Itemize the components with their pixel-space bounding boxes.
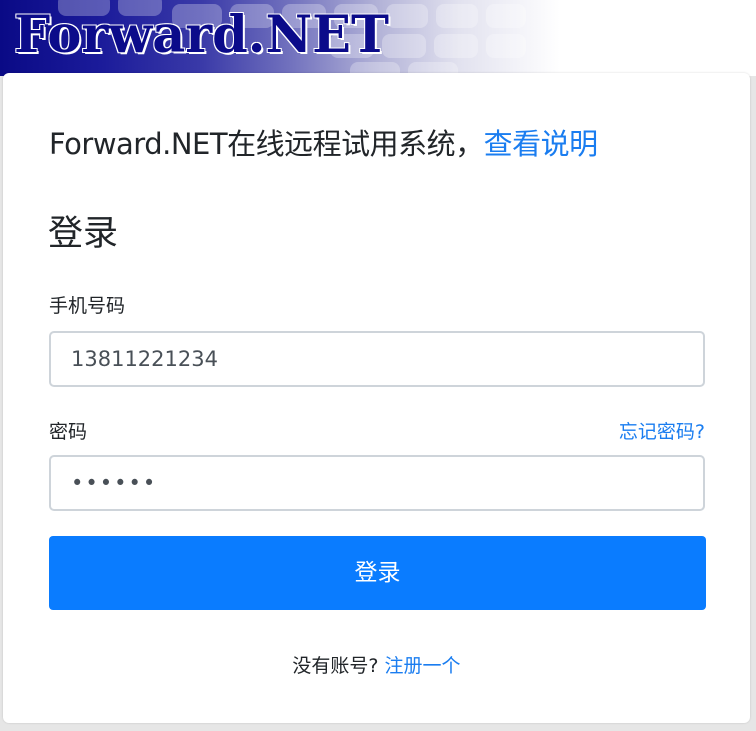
phone-label: 手机号码	[49, 295, 126, 317]
register-prompt: 没有账号? 注册一个	[3, 651, 750, 678]
login-card: Forward.NET在线远程试用系统，查看说明 登录 手机号码 1381122…	[3, 73, 750, 723]
password-label: 密码	[49, 421, 88, 443]
password-input[interactable]: ••••••	[49, 455, 705, 511]
headline-text: Forward.NET在线远程试用系统，	[49, 127, 484, 161]
banner-logo: Forward.NET	[14, 5, 389, 65]
view-instructions-link[interactable]: 查看说明	[484, 127, 599, 161]
login-title: 登录	[48, 214, 119, 254]
phone-input[interactable]: 13811221234	[49, 331, 705, 387]
banner: Forward.NET	[0, 0, 756, 76]
register-link[interactable]: 注册一个	[385, 655, 461, 677]
page-headline: Forward.NET在线远程试用系统，查看说明	[49, 121, 598, 163]
login-button[interactable]: 登录	[49, 536, 706, 610]
forgot-password-link[interactable]: 忘记密码?	[619, 417, 705, 444]
no-account-text: 没有账号?	[292, 655, 385, 677]
